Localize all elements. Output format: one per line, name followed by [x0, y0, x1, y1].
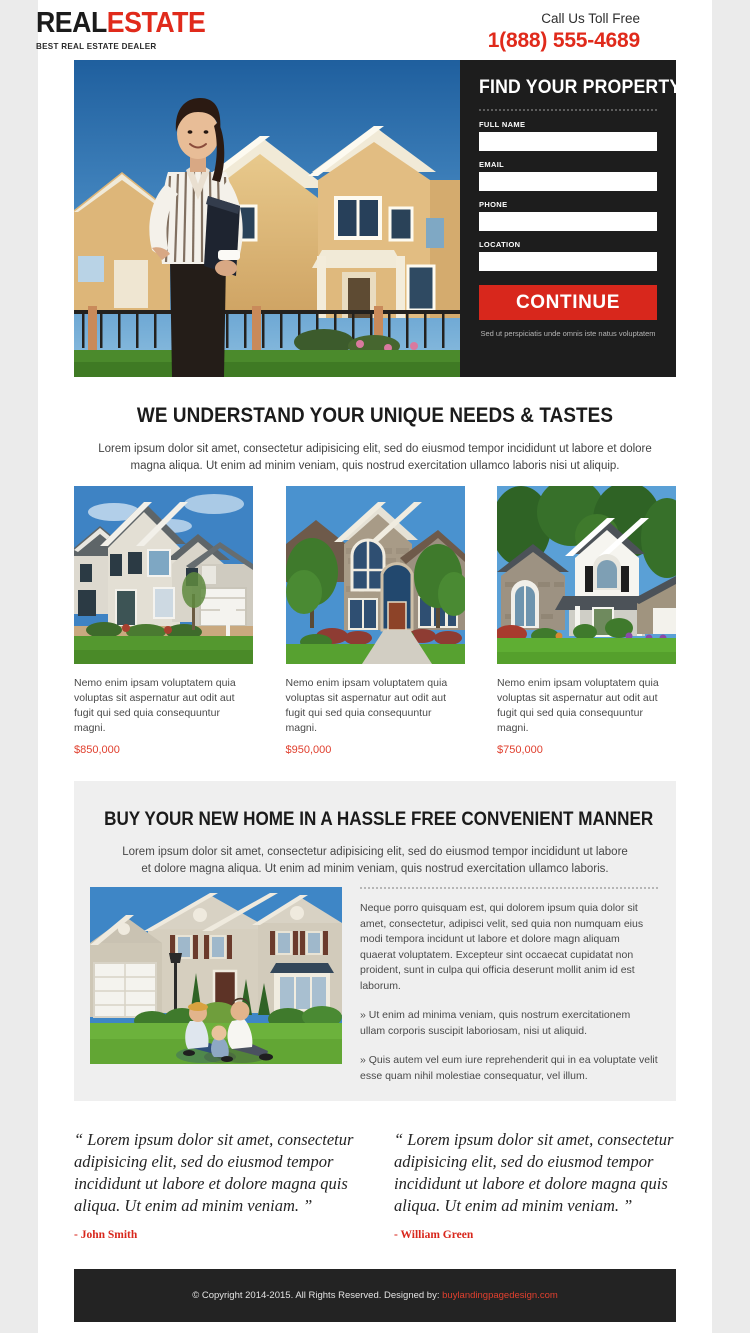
- hassle-free-body: Neque porro quisquam est, qui dolorem ip…: [74, 887, 676, 1084]
- field-label-email: EMAIL: [479, 160, 505, 169]
- field-label-location: LOCATION: [479, 240, 521, 249]
- hassle-free-bullet: » Quis autem vel eum iure reprehenderit …: [360, 1054, 658, 1082]
- call-label: Call Us Toll Free: [541, 11, 640, 26]
- logo-word-estate: ESTATE: [106, 7, 206, 39]
- property-card[interactable]: Nemo enim ipsam voluptatem quia voluptas…: [497, 486, 676, 756]
- property-price: $950,000: [285, 744, 332, 756]
- field-label-full-name: FULL NAME: [479, 120, 526, 129]
- property-image: [74, 486, 253, 664]
- email-input[interactable]: [479, 172, 657, 191]
- property-price: $850,000: [74, 744, 120, 756]
- field-label-phone: PHONE: [479, 200, 508, 209]
- property-description: Nemo enim ipsam voluptatem quia voluptas…: [497, 677, 659, 734]
- lead-form: FIND YOUR PROPERTY FULL NAME EMAIL PHONE…: [460, 60, 676, 377]
- testimonial: “ Lorem ipsum dolor sit amet, consectetu…: [394, 1129, 676, 1241]
- testimonial: “ Lorem ipsum dolor sit amet, consectetu…: [74, 1129, 356, 1241]
- hassle-free-heading: BUY YOUR NEW HOME IN A HASSLE FREE CONVE…: [104, 809, 654, 830]
- field-full-name: FULL NAME: [479, 120, 657, 151]
- family-image: [90, 887, 342, 1064]
- phone-number[interactable]: 1(888) 555-4689: [488, 28, 640, 53]
- field-location: LOCATION: [479, 240, 657, 271]
- testimonial-quote: “ Lorem ipsum dolor sit amet, consectetu…: [74, 1130, 354, 1215]
- field-phone: PHONE: [479, 200, 657, 231]
- hassle-free-text-column: Neque porro quisquam est, qui dolorem ip…: [360, 887, 658, 1084]
- copyright-label: © Copyright 2014-2015. All Rights Reserv…: [192, 1290, 440, 1301]
- features-heading: WE UNDERSTAND YOUR UNIQUE NEEDS & TASTES: [136, 404, 614, 427]
- site-header: REALESTATE BEST REAL ESTATE DEALER Call …: [36, 8, 640, 56]
- testimonial-author: - William Green: [394, 1229, 474, 1241]
- copyright-text: © Copyright 2014-2015. All Rights Reserv…: [192, 1290, 558, 1301]
- hassle-free-paragraph: Neque porro quisquam est, qui dolorem ip…: [360, 902, 644, 992]
- text-divider: [360, 887, 658, 889]
- property-image: [497, 486, 676, 664]
- site-footer: © Copyright 2014-2015. All Rights Reserv…: [74, 1269, 676, 1322]
- full-name-input[interactable]: [479, 132, 657, 151]
- property-description: Nemo enim ipsam voluptatem quia voluptas…: [74, 677, 236, 734]
- form-title: FIND YOUR PROPERTY: [479, 77, 676, 98]
- continue-button[interactable]: CONTINUE: [479, 285, 657, 320]
- form-note: Sed ut perspiciatis unde omnis iste natu…: [480, 329, 656, 338]
- testimonials-section: “ Lorem ipsum dolor sit amet, consectetu…: [74, 1129, 676, 1241]
- property-description: Nemo enim ipsam voluptatem quia voluptas…: [285, 677, 448, 734]
- testimonial-quote: “ Lorem ipsum dolor sit amet, consectetu…: [394, 1130, 674, 1215]
- features-section: WE UNDERSTAND YOUR UNIQUE NEEDS & TASTES…: [74, 404, 676, 475]
- property-card[interactable]: Nemo enim ipsam voluptatem quia voluptas…: [74, 486, 253, 756]
- hero-section: FIND YOUR PROPERTY FULL NAME EMAIL PHONE…: [74, 60, 676, 377]
- features-intro: Lorem ipsum dolor sit amet, consectetur …: [98, 443, 652, 472]
- call-block: Call Us Toll Free 1(888) 555-4689: [488, 10, 640, 53]
- location-input[interactable]: [479, 252, 657, 271]
- hassle-free-bullet: » Ut enim ad minima veniam, quis nostrum…: [360, 1009, 631, 1037]
- phone-input[interactable]: [479, 212, 657, 231]
- landing-page: REALESTATE BEST REAL ESTATE DEALER Call …: [0, 0, 750, 1333]
- property-image: [285, 486, 465, 664]
- hassle-free-section: BUY YOUR NEW HOME IN A HASSLE FREE CONVE…: [74, 781, 676, 1101]
- property-card-list: Nemo enim ipsam voluptatem quia voluptas…: [74, 486, 676, 756]
- property-card[interactable]: Nemo enim ipsam voluptatem quia voluptas…: [285, 486, 465, 756]
- logo-word-real: REAL: [36, 7, 107, 39]
- form-divider: [479, 109, 657, 111]
- hassle-free-intro: Lorem ipsum dolor sit amet, consectetur …: [122, 846, 628, 875]
- testimonial-author: - John Smith: [74, 1229, 138, 1241]
- property-price: $750,000: [497, 744, 543, 756]
- designer-link[interactable]: buylandingpagedesign.com: [442, 1290, 558, 1301]
- field-email: EMAIL: [479, 160, 657, 191]
- hero-image: [74, 60, 460, 377]
